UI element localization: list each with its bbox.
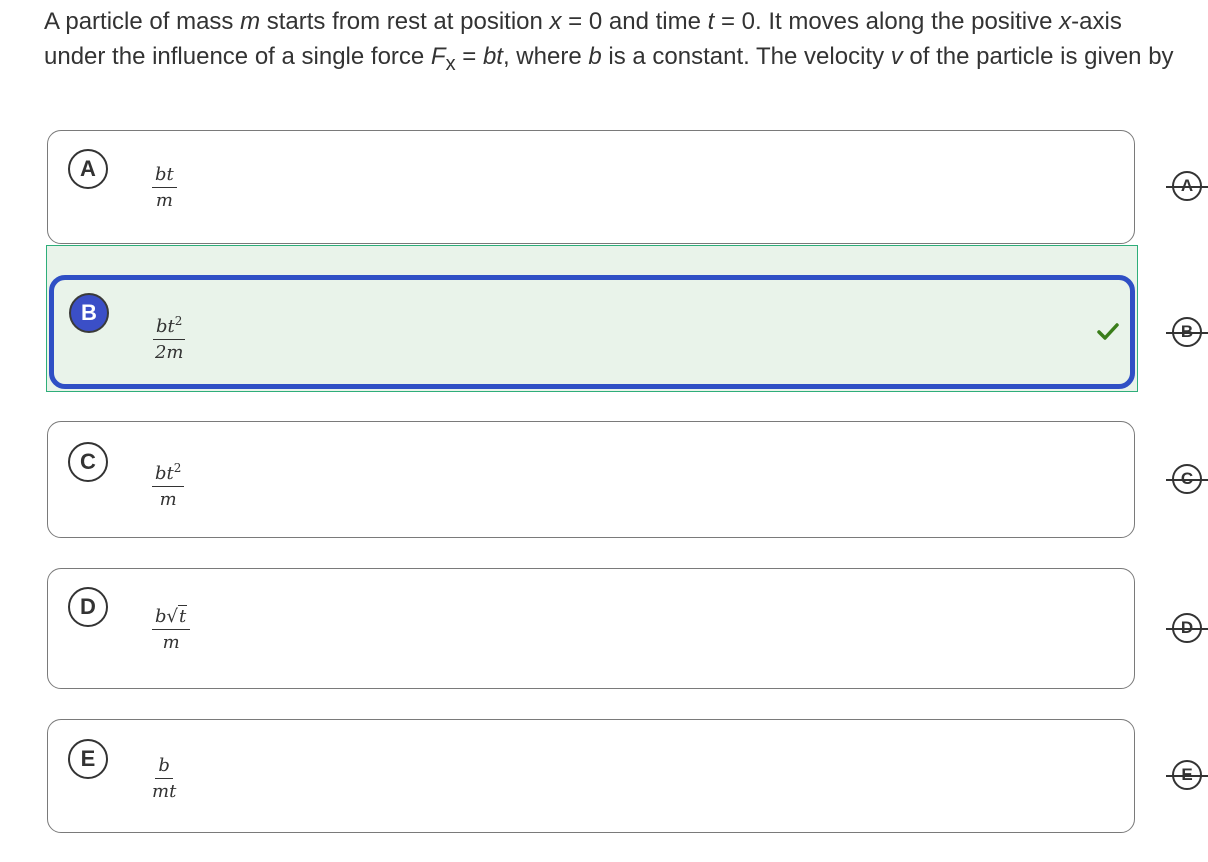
choice-letter-a: A bbox=[68, 149, 108, 189]
eliminate-a-button[interactable]: A bbox=[1166, 170, 1208, 204]
strike-line-icon bbox=[1166, 628, 1208, 630]
correct-check-icon bbox=[1097, 323, 1119, 340]
question-text: A particle of mass m starts from rest at… bbox=[44, 4, 1208, 76]
choice-letter-b: B bbox=[69, 293, 109, 333]
eliminate-e-button[interactable]: E bbox=[1166, 759, 1208, 793]
choice-e[interactable]: E b mt bbox=[47, 719, 1135, 833]
choice-d[interactable]: D b√t m bbox=[47, 568, 1135, 689]
choice-a-formula: bt m bbox=[152, 165, 177, 211]
choice-a[interactable]: A bt m bbox=[47, 130, 1135, 244]
eliminate-d-button[interactable]: D bbox=[1166, 612, 1208, 646]
choice-c[interactable]: C bt2 m bbox=[47, 421, 1135, 538]
question-line-2: under the influence of a single force Fx… bbox=[44, 43, 1174, 75]
question-line-1: A particle of mass m starts from rest at… bbox=[44, 8, 1122, 35]
choice-b-formula: bt2 2m bbox=[153, 311, 186, 363]
choice-e-formula: b mt bbox=[152, 755, 177, 802]
choice-c-formula: bt2 m bbox=[152, 458, 185, 510]
choice-letter-e: E bbox=[68, 739, 108, 779]
choice-d-formula: b√t m bbox=[152, 605, 191, 653]
eliminate-c-button[interactable]: C bbox=[1166, 463, 1208, 497]
choice-letter-c: C bbox=[68, 442, 108, 482]
strike-line-icon bbox=[1166, 479, 1208, 481]
choice-letter-d: D bbox=[68, 587, 108, 627]
selected-outline bbox=[49, 275, 1135, 389]
choice-b[interactable]: B bt2 2m bbox=[46, 245, 1138, 392]
eliminate-b-button[interactable]: B bbox=[1166, 316, 1208, 350]
strike-line-icon bbox=[1166, 332, 1208, 334]
strike-line-icon bbox=[1166, 186, 1208, 188]
strike-line-icon bbox=[1166, 775, 1208, 777]
